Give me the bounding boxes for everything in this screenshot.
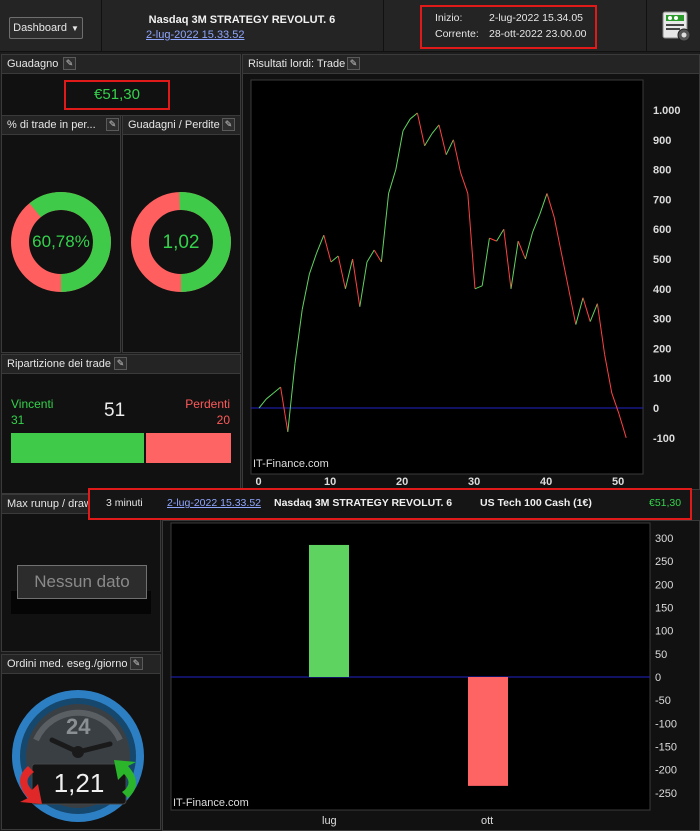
info-date-link[interactable]: 2-lug-2022 15.33.52 [167, 497, 261, 509]
loss-count: 20 [216, 413, 230, 427]
winrate-panel-header: % di trade in per... [2, 116, 120, 135]
y-tick-label: 50 [655, 649, 667, 661]
chevron-down-icon: ▼ [70, 23, 79, 33]
win-count: 31 [11, 413, 25, 427]
runup-title: Max runup / draw [7, 498, 92, 510]
trade-results-title: Risultati lordi: Trade [248, 58, 346, 70]
x-tick-label: lug [322, 815, 337, 827]
y-tick-label: -150 [655, 742, 677, 754]
start-value: 2-lug-2022 15.34.05 [489, 12, 583, 24]
distribution-title: Ripartizione dei trade [7, 358, 111, 370]
y-tick-label: 100 [655, 626, 673, 638]
info-gain-value: €51,30 [649, 497, 682, 509]
strategy-date-link[interactable]: 2-lug-2022 15.33.52 [146, 29, 244, 41]
chart-watermark: IT-Finance.com [173, 797, 249, 809]
dashboard-label: Dashboard [13, 22, 67, 34]
x-tick-label: 0 [256, 476, 262, 488]
timeframe-label: 3 minuti [106, 497, 143, 509]
clock-gauge-icon: 24 [12, 690, 144, 822]
monthly-bar [309, 544, 349, 677]
y-tick-label: 300 [653, 314, 671, 326]
divider [383, 0, 384, 52]
info-instrument: US Tech 100 Cash (1€) [480, 497, 592, 509]
info-strategy-name: Nasdaq 3M STRATEGY REVOLUT. 6 [274, 497, 453, 509]
trade-results-panel-header: Risultati lordi: Trade [243, 55, 699, 74]
y-tick-label: 700 [653, 194, 671, 206]
current-value: 28-ott-2022 23.00.00 [489, 28, 587, 40]
orders-title: Ordini med. eseg./giorno [7, 658, 128, 670]
y-tick-label: -50 [655, 695, 671, 707]
divider [646, 0, 647, 52]
period-box: Inizio: 2-lug-2022 15.34.05 Corrente: 28… [420, 5, 597, 49]
strategy-title: Nasdaq 3M STRATEGY REVOLUT. 6 [148, 14, 336, 26]
settings-icon[interactable] [662, 11, 692, 43]
chart-plot-area [170, 522, 651, 811]
x-tick-label: ott [481, 815, 493, 827]
chart-watermark: IT-Finance.com [253, 458, 329, 470]
y-tick-label: 0 [653, 403, 659, 415]
y-tick-label: 500 [653, 254, 671, 266]
y-tick-label: 200 [655, 579, 673, 591]
x-tick-label: 40 [540, 476, 552, 488]
wrench-icon[interactable]: ✎ [63, 57, 76, 70]
wrench-icon[interactable]: ✎ [130, 657, 143, 670]
dashboard-dropdown-button[interactable]: Dashboard ▼ [9, 17, 83, 39]
y-tick-label: 200 [653, 343, 671, 355]
monthly-results-chart: IT-Finance.com lug ott 300 250 200 150 100 50 0 -… [170, 522, 677, 827]
clock-dial-number: 24 [66, 714, 91, 739]
wrench-icon[interactable]: ✎ [114, 357, 127, 370]
loss-label: Perdenti [185, 397, 230, 411]
y-tick-label: 300 [655, 533, 673, 545]
x-tick-label: 30 [468, 476, 480, 488]
wrench-icon[interactable]: ✎ [106, 118, 119, 131]
wrench-icon[interactable]: ✎ [222, 118, 235, 131]
monthly-bar [468, 677, 508, 786]
winrate-title: % di trade in per... [7, 119, 96, 131]
gain-title: Guadagno [7, 58, 59, 70]
gain-panel-header: Guadagno [2, 55, 240, 74]
y-tick-label: 250 [655, 556, 673, 568]
y-tick-label: -200 [655, 765, 677, 777]
y-tick-label: 0 [655, 672, 661, 684]
total-trades: 51 [104, 400, 126, 421]
y-tick-label: 400 [653, 284, 671, 296]
y-tick-label: 800 [653, 165, 671, 177]
x-tick-label: 50 [612, 476, 624, 488]
y-tick-label: -100 [655, 718, 677, 730]
divider [101, 0, 102, 52]
trade-results-chart: IT-Finance.com -100010020030040050060070… [250, 79, 681, 488]
loss-bar [146, 433, 231, 463]
win-label: Vincenti [11, 397, 54, 411]
y-tick-label: 900 [653, 135, 671, 147]
win-bar [11, 433, 144, 463]
y-tick-label: 1.000 [653, 105, 681, 117]
start-label: Inizio: [435, 12, 463, 24]
strategy-info-strip: 3 minuti 2-lug-2022 15.33.52 Nasdaq 3M S… [88, 488, 692, 520]
y-tick-label: 100 [653, 373, 671, 385]
chart-plot-area [250, 79, 644, 475]
profit-loss-value: 1,02 [162, 232, 200, 253]
no-data-label: Nessun dato [17, 565, 147, 599]
x-tick-label: 20 [396, 476, 408, 488]
y-tick-label: -250 [655, 788, 677, 800]
profit-loss-title: Guadagni / Perdite [128, 119, 220, 131]
y-tick-label: -100 [653, 433, 675, 445]
orders-value: 1,21 [53, 768, 105, 798]
x-tick-label: 10 [324, 476, 336, 488]
wrench-icon[interactable]: ✎ [347, 57, 360, 70]
y-tick-label: 150 [655, 603, 673, 615]
y-tick-label: 600 [653, 224, 671, 236]
winrate-value: 60,78% [32, 232, 90, 251]
current-label: Corrente: [435, 28, 479, 40]
gain-value: €51,30 [64, 80, 170, 110]
